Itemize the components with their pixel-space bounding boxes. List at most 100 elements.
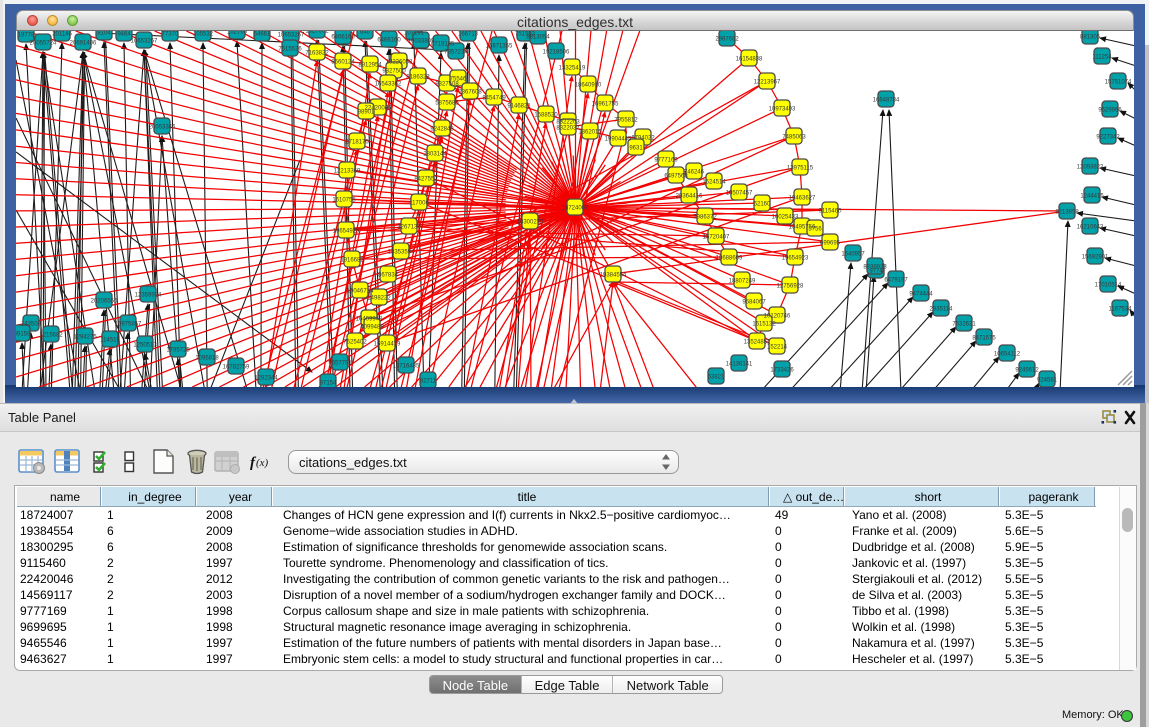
svg-text:1795725: 1795725: [166, 348, 190, 354]
svg-text:8471675: 8471675: [972, 336, 996, 342]
svg-text:7955812: 7955812: [614, 118, 638, 124]
svg-text:2803144: 2803144: [423, 152, 447, 158]
svg-text:97154: 97154: [320, 381, 337, 387]
svg-text:62160: 62160: [754, 202, 771, 208]
svg-text:9474444: 9474444: [909, 292, 933, 298]
svg-text:18640910: 18640910: [575, 83, 602, 89]
svg-text:2987682: 2987682: [715, 37, 739, 43]
svg-text:117006: 117006: [409, 201, 429, 207]
svg-text:10025433: 10025433: [772, 215, 799, 221]
svg-text:9227342: 9227342: [1096, 135, 1120, 141]
svg-text:20055724: 20055724: [30, 41, 57, 47]
svg-text:8186323: 8186323: [406, 75, 430, 81]
svg-text:64661: 64661: [254, 32, 271, 38]
svg-text:8660124: 8660124: [331, 60, 355, 66]
svg-text:16543362: 16543362: [375, 82, 402, 88]
svg-text:8813054: 8813054: [526, 35, 550, 41]
svg-text:82711: 82711: [420, 379, 437, 385]
svg-text:9777169: 9777169: [654, 158, 678, 164]
svg-text:1624514: 1624514: [702, 180, 726, 186]
svg-text:18807249: 18807249: [729, 279, 756, 285]
svg-text:867834: 867834: [378, 273, 399, 279]
svg-text:6497568: 6497568: [664, 174, 688, 180]
svg-text:152760: 152760: [227, 31, 248, 36]
svg-text:19654923: 19654923: [782, 256, 809, 262]
svg-text:13353594: 13353594: [388, 250, 415, 256]
svg-text:9684067: 9684067: [742, 300, 766, 306]
svg-text:6479197: 6479197: [884, 278, 908, 284]
svg-text:10653267: 10653267: [131, 39, 158, 45]
svg-text:12213369: 12213369: [334, 169, 361, 175]
svg-text:(x): (x): [256, 457, 269, 469]
svg-text:1527602: 1527602: [305, 31, 329, 35]
svg-text:16671355: 16671355: [486, 44, 513, 50]
svg-text:8104: 8104: [97, 31, 111, 37]
svg-text:10975857: 10975857: [115, 322, 142, 328]
svg-text:77370: 77370: [162, 32, 179, 38]
svg-text:17010514: 17010514: [1095, 283, 1122, 289]
svg-text:1615132: 1615132: [752, 322, 776, 328]
svg-text:881305: 881305: [1080, 35, 1101, 41]
svg-text:5756: 5756: [808, 227, 822, 233]
svg-text:8454749: 8454749: [482, 96, 506, 102]
svg-text:19218506: 19218506: [543, 50, 570, 56]
svg-text:18724007: 18724007: [562, 206, 589, 212]
svg-text:114519: 114519: [100, 338, 120, 344]
svg-text:2367608: 2367608: [458, 90, 482, 96]
svg-text:12359924: 12359924: [135, 293, 162, 299]
svg-text:10120746: 10120746: [764, 314, 791, 320]
svg-text:8427552: 8427552: [414, 177, 438, 183]
svg-text:10507457: 10507457: [726, 191, 753, 197]
svg-text:16782759: 16782759: [223, 365, 250, 371]
svg-text:6466160: 6466160: [331, 35, 355, 41]
svg-text:20053346: 20053346: [149, 125, 176, 131]
svg-text:20691406: 20691406: [70, 41, 97, 47]
svg-text:15720407: 15720407: [703, 235, 730, 241]
svg-text:12756928: 12756928: [777, 284, 804, 290]
svg-text:7485063: 7485063: [782, 135, 806, 141]
svg-text:3267130: 3267130: [397, 225, 421, 231]
svg-text:8938923: 8938923: [863, 265, 887, 271]
svg-text:19904445: 19904445: [605, 137, 632, 143]
svg-text:9327500: 9327500: [382, 69, 406, 75]
svg-text:9657791: 9657791: [328, 361, 352, 367]
svg-text:5875685: 5875685: [435, 101, 459, 107]
svg-text:1294275: 1294275: [73, 335, 97, 341]
svg-text:19384554: 19384554: [600, 273, 627, 279]
svg-text:16648784: 16648784: [873, 98, 900, 104]
svg-text:7163822: 7163822: [305, 51, 329, 57]
svg-text:98901: 98901: [358, 110, 375, 116]
svg-text:75546: 75546: [450, 77, 467, 83]
svg-text:2718170: 2718170: [345, 140, 369, 146]
svg-text:13325419: 13325419: [559, 66, 586, 72]
svg-text:699695: 699695: [820, 241, 841, 247]
svg-text:13975115: 13975115: [787, 166, 814, 172]
svg-text:166713: 166713: [458, 32, 479, 38]
svg-text:63821: 63821: [708, 375, 725, 381]
svg-text:143508: 143508: [21, 322, 42, 328]
svg-text:9115460: 9115460: [819, 209, 843, 215]
svg-text:14136141: 14136141: [726, 362, 753, 368]
svg-text:1292344: 1292344: [254, 376, 278, 382]
svg-text:1215682: 1215682: [39, 333, 63, 339]
svg-text:1244415: 1244415: [1080, 194, 1104, 200]
svg-text:9242848: 9242848: [430, 127, 454, 133]
svg-text:1733426: 1733426: [770, 368, 794, 374]
svg-text:9631: 9631: [629, 146, 643, 152]
svg-text:201146: 201146: [52, 32, 72, 38]
svg-text:10688609: 10688609: [716, 256, 743, 262]
svg-text:10046714: 10046714: [347, 289, 374, 295]
svg-text:9529966: 9529966: [1098, 108, 1122, 114]
svg-text:111254: 111254: [1092, 55, 1112, 61]
svg-text:12213967: 12213967: [754, 80, 781, 86]
svg-text:13226058: 13226058: [386, 60, 413, 66]
svg-text:1498222: 1498222: [367, 296, 391, 302]
svg-text:9245612: 9245612: [1015, 368, 1039, 374]
svg-text:15716485: 15716485: [393, 364, 420, 370]
svg-text:1095818: 1095818: [195, 356, 219, 362]
svg-text:12093822: 12093822: [1077, 165, 1104, 171]
svg-text:1362015: 1362015: [578, 130, 602, 136]
svg-text:924561: 924561: [1037, 378, 1058, 384]
svg-text:1250513: 1250513: [133, 343, 157, 349]
svg-text:20364416: 20364416: [676, 194, 703, 200]
